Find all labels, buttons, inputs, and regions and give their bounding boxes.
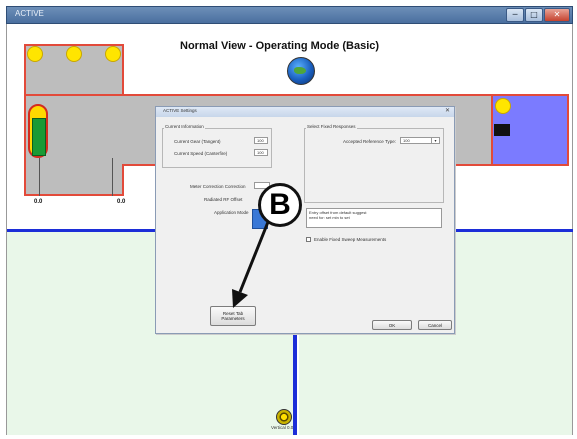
callout-badge: B [258, 183, 302, 227]
